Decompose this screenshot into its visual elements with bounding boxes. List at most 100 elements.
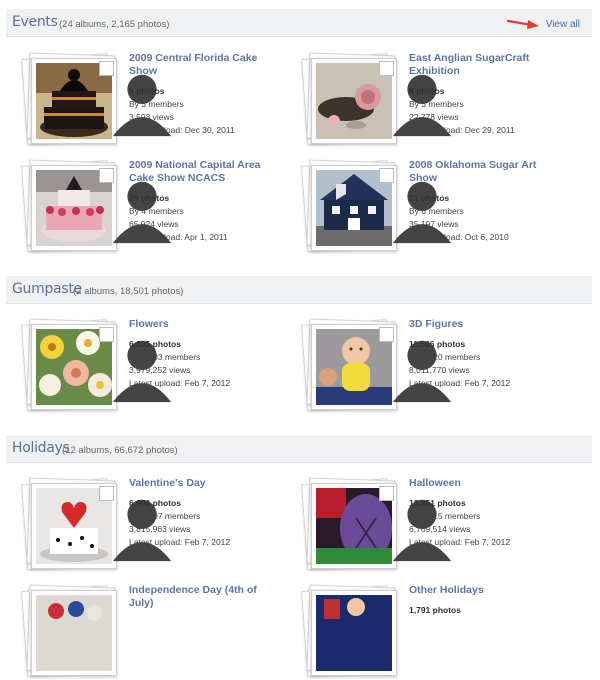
album-thumbnail-stack[interactable] <box>21 52 172 148</box>
album-title-link[interactable]: 2008 Oklahoma Sugar Art Show <box>409 159 559 185</box>
section-subtitle: (12 albums, 66,672 photos) <box>62 445 178 456</box>
album-latest-upload: Latest upload: Apr 1, 2011 <box>129 232 228 242</box>
album-views: 8,011,770 views <box>409 365 470 375</box>
album-photo-count: 1,791 photos <box>409 605 461 615</box>
album-meta: 21 photos By 6 members 35,197 views Late… <box>409 192 559 244</box>
album-meta: 11,666 photos By 3,220 members 8,011,770… <box>409 338 559 390</box>
album-photo-count: 13,451 photos <box>409 498 466 508</box>
section-subtitle: (2 albums, 18,501 photos) <box>73 286 184 297</box>
user-icon <box>99 486 172 562</box>
album-thumbnail-stack[interactable] <box>301 584 400 680</box>
album-thumbnail[interactable] <box>31 324 172 410</box>
album-latest-upload: Latest upload: Feb 7, 2012 <box>409 378 511 388</box>
album-card: Valentine's Day 6,906 photos By 3,607 me… <box>6 477 281 573</box>
album-photo-count: 6,835 photos <box>129 339 181 349</box>
album-title-link[interactable]: Halloween <box>409 477 559 490</box>
album-thumbnail[interactable] <box>311 165 452 251</box>
album-title-link[interactable]: East Anglian SugarCraft Exhibition <box>409 52 559 78</box>
album-members: By 4 members <box>129 206 184 216</box>
album-views: 3,815,963 views <box>129 524 191 534</box>
album-views: 6,769,514 views <box>409 524 471 534</box>
album-thumbnail[interactable] <box>311 324 452 410</box>
album-card: 3D Figures 11,666 photos By 3,220 member… <box>286 318 561 414</box>
album-thumbnail-stack[interactable] <box>21 584 120 680</box>
album-photo-count: 21 photos <box>409 193 450 203</box>
album-thumbnail-stack[interactable] <box>301 52 452 148</box>
user-icon <box>99 168 172 244</box>
section-header-gumpaste: Gumpaste (2 albums, 18,501 photos) <box>6 276 592 304</box>
album-photo-count: 8 photos <box>409 86 445 96</box>
section-header-events: Events (24 albums, 2,165 photos) View al… <box>6 9 592 37</box>
album-card: Flowers 6,835 photos By 2,403 members 3,… <box>6 318 281 414</box>
album-title-link[interactable]: Valentine's Day <box>129 477 279 490</box>
user-icon <box>379 168 452 244</box>
album-thumbnail[interactable] <box>31 165 172 251</box>
album-thumbnail-stack[interactable] <box>301 318 452 414</box>
album-latest-upload: Latest upload: Dec 29, 2011 <box>409 125 515 135</box>
album-meta: 3 photos By 3 members 3,593 views Latest… <box>129 85 279 137</box>
album-thumbnail-stack[interactable] <box>21 159 172 255</box>
album-views: 3,979,252 views <box>129 365 191 375</box>
album-meta: 6,835 photos By 2,403 members 3,979,252 … <box>129 338 279 390</box>
section-title: Events <box>12 14 58 30</box>
album-card: 2009 Central Florida Cake Show 3 photos … <box>6 52 281 148</box>
album-thumbnail-stack[interactable] <box>301 477 452 573</box>
album-thumbnail-stack[interactable] <box>21 477 172 573</box>
album-views: 65,924 views <box>129 219 179 229</box>
album-members: By 2,403 members <box>129 352 201 362</box>
album-members: By 6 members <box>409 206 464 216</box>
album-card: East Anglian SugarCraft Exhibition 8 pho… <box>286 52 561 148</box>
user-icon <box>379 327 452 403</box>
user-icon <box>99 61 172 137</box>
album-meta: 6,906 photos By 3,607 members 3,815,963 … <box>129 497 279 549</box>
album-members: By 3 members <box>129 99 184 109</box>
album-title-link[interactable]: 2009 Central Florida Cake Show <box>129 52 279 78</box>
album-meta: 29 photos By 4 members 65,924 views Late… <box>129 192 279 244</box>
album-card: 2008 Oklahoma Sugar Art Show 21 photos B… <box>286 159 561 255</box>
album-meta: 8 photos By 3 members 22,778 views Lates… <box>409 85 559 137</box>
album-latest-upload: Latest upload: Feb 7, 2012 <box>409 537 511 547</box>
album-latest-upload: Latest upload: Feb 7, 2012 <box>129 537 231 547</box>
view-all-link[interactable]: View all <box>546 19 580 30</box>
album-thumbnail[interactable] <box>31 483 172 569</box>
album-latest-upload: Latest upload: Feb 7, 2012 <box>129 378 231 388</box>
holiday-photo <box>316 595 392 671</box>
album-latest-upload: Latest upload: Dec 30, 2011 <box>129 125 235 135</box>
album-thumbnail[interactable] <box>31 590 117 676</box>
album-views: 3,593 views <box>129 112 174 122</box>
album-members: By 3 members <box>409 99 464 109</box>
album-members: By 3,220 members <box>409 352 481 362</box>
album-title-link[interactable]: Flowers <box>129 318 279 331</box>
album-views: 35,197 views <box>409 219 459 229</box>
section-title: Gumpaste <box>12 281 82 297</box>
section-subtitle: (24 albums, 2,165 photos) <box>59 19 170 30</box>
user-icon <box>99 327 172 403</box>
album-title-link[interactable]: 2009 National Capital Area Cake Show NCA… <box>129 159 279 185</box>
album-latest-upload: Latest upload: Oct 6, 2010 <box>409 232 509 242</box>
album-card: Other Holidays 1,791 photos <box>286 584 561 680</box>
section-title: Holidays <box>12 440 70 456</box>
album-photo-count: 29 photos <box>129 193 170 203</box>
album-thumbnail-stack[interactable] <box>21 318 172 414</box>
album-views: 22,778 views <box>409 112 459 122</box>
album-thumbnail[interactable] <box>311 483 452 569</box>
album-meta: 1,791 photos <box>409 604 559 617</box>
independence-day-photo <box>36 595 112 671</box>
album-thumbnail[interactable] <box>31 58 172 144</box>
album-members: By 3,607 members <box>129 511 201 521</box>
album-card: Halloween 13,451 photos By 6,315 members… <box>286 477 561 573</box>
album-title-link[interactable]: Independence Day (4th of July) <box>129 584 279 610</box>
album-members: By 6,315 members <box>409 511 481 521</box>
album-photo-count: 6,906 photos <box>129 498 181 508</box>
album-meta: 13,451 photos By 6,315 members 6,769,514… <box>409 497 559 549</box>
user-icon <box>379 61 452 137</box>
album-photo-count: 3 photos <box>129 86 165 96</box>
album-title-link[interactable]: 3D Figures <box>409 318 559 331</box>
section-header-holidays: Holidays (12 albums, 66,672 photos) <box>6 435 592 463</box>
album-thumbnail[interactable] <box>311 590 397 676</box>
album-thumbnail[interactable] <box>311 58 452 144</box>
album-thumbnail-stack[interactable] <box>301 159 452 255</box>
album-title-link[interactable]: Other Holidays <box>409 584 559 597</box>
album-photo-count: 11,666 photos <box>409 339 466 349</box>
album-card: Independence Day (4th of July) <box>6 584 281 680</box>
